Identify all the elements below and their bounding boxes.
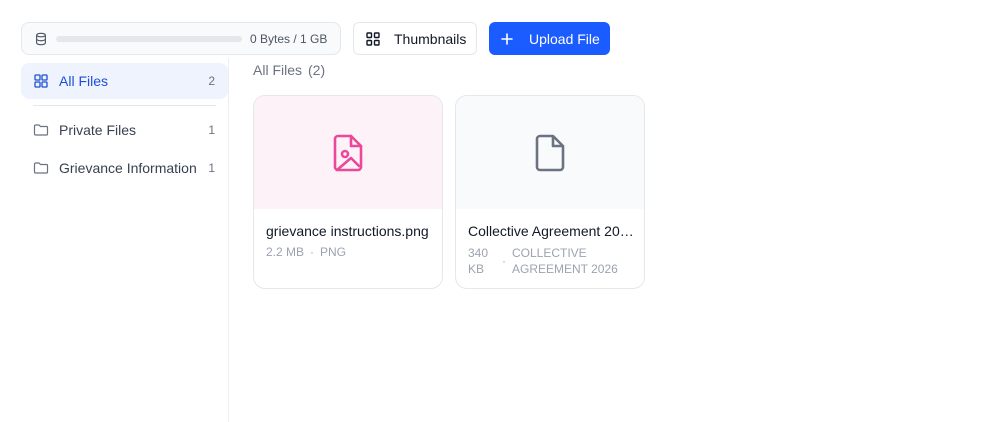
file-card[interactable]: Collective Agreement 2026.pdf 340 KB · C… (455, 95, 645, 289)
file-type: COLLECTIVE AGREEMENT 2026 (512, 246, 618, 276)
file-name: grievance instructions.png (266, 223, 429, 239)
grid-icon (366, 31, 380, 46)
page-title: All Files (2) (253, 62, 325, 78)
sidebar: All Files 2 Private Files 1 Grievance In… (0, 58, 229, 422)
file-meta: 340 KB · COLLECTIVE AGREEMENT 2026 (468, 245, 632, 277)
file-icon (535, 134, 565, 171)
storage-usage-text: 0 Bytes / 1 GB (250, 31, 328, 46)
folder-icon (33, 162, 49, 174)
sidebar-item-label: Private Files (59, 122, 137, 138)
folder-icon (33, 124, 49, 136)
thumbnails-label: Thumbnails (394, 30, 467, 47)
file-count: (2) (308, 62, 326, 78)
file-card[interactable]: grievance instructions.png 2.2 MB · PNG (253, 95, 443, 289)
sidebar-item-grievance-information[interactable]: Grievance Information 1 (21, 150, 228, 186)
file-name: Collective Agreement 2026.pdf (468, 223, 634, 239)
thumbnails-view-button[interactable]: Thumbnails (353, 22, 477, 55)
file-meta: 2.2 MB · PNG (266, 245, 346, 259)
storage-indicator: 0 Bytes / 1 GB (21, 22, 341, 55)
sidebar-item-private-files[interactable]: Private Files 1 (21, 112, 228, 148)
file-size: 2.2 MB (266, 245, 305, 259)
sidebar-item-all-files[interactable]: All Files 2 (21, 63, 228, 99)
sidebar-item-label: All Files (59, 73, 109, 89)
grid-icon (34, 74, 48, 88)
meta-separator: · (502, 254, 506, 268)
file-type: PNG (320, 245, 347, 259)
sidebar-item-count: 1 (208, 161, 215, 175)
upload-file-button[interactable]: Upload File (489, 22, 610, 55)
sidebar-item-count: 1 (208, 123, 215, 137)
sidebar-item-count: 2 (208, 74, 215, 88)
upload-file-label: Upload File (529, 30, 600, 47)
meta-separator: · (310, 245, 315, 259)
database-icon (36, 32, 46, 45)
storage-progress-bar (56, 35, 242, 42)
image-file-icon (333, 134, 363, 171)
file-size: 340 KB (468, 246, 489, 276)
page-title-text: All Files (253, 62, 303, 78)
plus-icon (501, 32, 513, 45)
sidebar-item-label: Grievance Information (59, 160, 197, 176)
sidebar-divider (33, 105, 216, 106)
file-manager: 0 Bytes / 1 GB Thumbnails Upload File Al… (0, 0, 986, 422)
file-preview (456, 96, 644, 209)
file-preview (254, 96, 442, 209)
